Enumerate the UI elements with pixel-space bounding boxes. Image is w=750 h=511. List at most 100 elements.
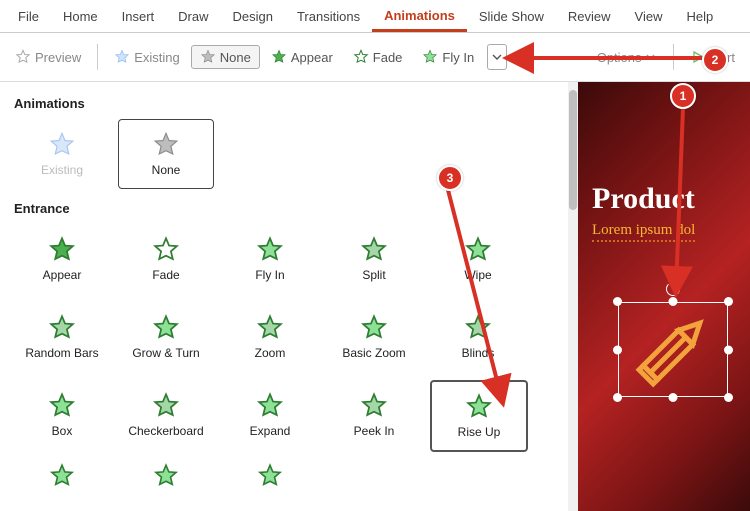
tab-view[interactable]: View [623,5,675,32]
none-button[interactable]: None [191,45,260,69]
tab-draw[interactable]: Draw [166,5,220,32]
tile-label: Checkerboard [128,424,203,438]
tab-design[interactable]: Design [221,5,285,32]
tile-more[interactable] [14,460,110,492]
group-entrance-label: Entrance [14,201,564,216]
star-icon [465,393,493,421]
slide-title: Product [592,182,695,216]
tile-label: Zoom [255,346,286,360]
tile-label: Rise Up [458,425,501,439]
fade-label: Fade [373,50,403,65]
tile-wipe[interactable]: Wipe [430,224,526,294]
tab-slideshow[interactable]: Slide Show [467,5,556,32]
tab-home[interactable]: Home [51,5,110,32]
star-icon [48,131,76,159]
tab-help[interactable]: Help [675,5,726,32]
tile-fly-in[interactable]: Fly In [222,224,318,294]
star-icon [152,314,180,342]
tile-expand[interactable]: Expand [222,380,318,450]
tile-random-bars[interactable]: Random Bars [14,302,110,372]
tile-grow-turn[interactable]: Grow & Turn [118,302,214,372]
tile-zoom[interactable]: Zoom [222,302,318,372]
animations-toolbar: Preview Existing None Appear Fade Fly In… [0,33,750,82]
tile-label: Peek In [354,424,395,438]
star-icon [256,392,284,420]
tile-label: Appear [43,268,82,282]
tile-label: Split [362,268,385,282]
tile-basic-zoom[interactable]: Basic Zoom [326,302,422,372]
ribbon-tabs: // rendered below via explicit markup fo… [0,0,750,33]
star-icon [48,314,76,342]
separator [97,44,98,70]
preview-label: Preview [35,50,81,65]
tile-more[interactable] [222,460,318,492]
separator [673,44,674,70]
tile-label: Fly In [255,268,284,282]
none-label: None [220,50,251,65]
tile-label: Box [52,424,73,438]
star-icon [152,236,180,264]
preview-button[interactable]: Preview [6,45,90,69]
tile-label: None [152,163,181,177]
star-icon [152,392,180,420]
tab-transitions[interactable]: Transitions [285,5,372,32]
tile-rise-up[interactable]: Rise Up [430,380,528,452]
tile-label: Wipe [464,268,491,282]
tile-label: Expand [250,424,291,438]
slide-subtitle: Lorem ipsum dol [592,222,695,242]
gallery-scrollbar[interactable] [568,82,578,511]
existing-label: Existing [134,50,180,65]
tab-animations[interactable]: Animations [372,4,467,32]
star-icon [422,49,438,65]
tile-more[interactable] [118,460,214,492]
star-icon [256,314,284,342]
star-icon [48,236,76,264]
appear-button[interactable]: Appear [262,45,342,69]
star-icon [360,314,388,342]
tab-file[interactable]: File [6,5,51,32]
star-icon [464,314,492,342]
animation-gallery-dropdown[interactable] [487,44,507,70]
star-icon [271,49,287,65]
tile-label: Blinds [462,346,495,360]
tile-blinds[interactable]: Blinds [430,302,526,372]
star-icon [256,462,284,490]
tile-fade[interactable]: Fade [118,224,214,294]
callout-3: 3 [437,165,463,191]
tile-peek-in[interactable]: Peek In [326,380,422,450]
tab-insert[interactable]: Insert [110,5,167,32]
pencil-icon [618,302,728,397]
star-icon [152,462,180,490]
star-icon [360,392,388,420]
star-icon [256,236,284,264]
existing-button[interactable]: Existing [105,45,189,69]
flyin-label: Fly In [442,50,474,65]
star-icon [48,462,76,490]
rotate-handle[interactable] [666,282,680,296]
group-animations-label: Animations [14,96,564,111]
tile-label: Random Bars [25,346,98,360]
animation-gallery: Animations Existing None Entrance Appear… [0,82,578,511]
star-icon [114,49,130,65]
tile-checkerboard[interactable]: Checkerboard [118,380,214,450]
scrollbar-thumb[interactable] [569,90,577,210]
tile-box[interactable]: Box [14,380,110,450]
flyin-button[interactable]: Fly In [413,45,483,69]
star-icon [353,49,369,65]
star-icon [200,49,216,65]
fade-button[interactable]: Fade [344,45,412,69]
tile-label: Existing [41,163,83,177]
options-button[interactable]: Options [588,46,664,69]
tile-split[interactable]: Split [326,224,422,294]
slide-thumbnail[interactable]: Product Lorem ipsum dol [578,82,750,511]
tile-appear[interactable]: Appear [14,224,110,294]
tile-none[interactable]: None [118,119,214,189]
tile-existing[interactable]: Existing [14,119,110,189]
tile-label: Basic Zoom [342,346,405,360]
tile-label: Grow & Turn [132,346,199,360]
star-icon [360,236,388,264]
chevron-down-icon [646,53,655,62]
selected-shape[interactable] [618,302,728,397]
tab-review[interactable]: Review [556,5,623,32]
star-icon [152,131,180,159]
